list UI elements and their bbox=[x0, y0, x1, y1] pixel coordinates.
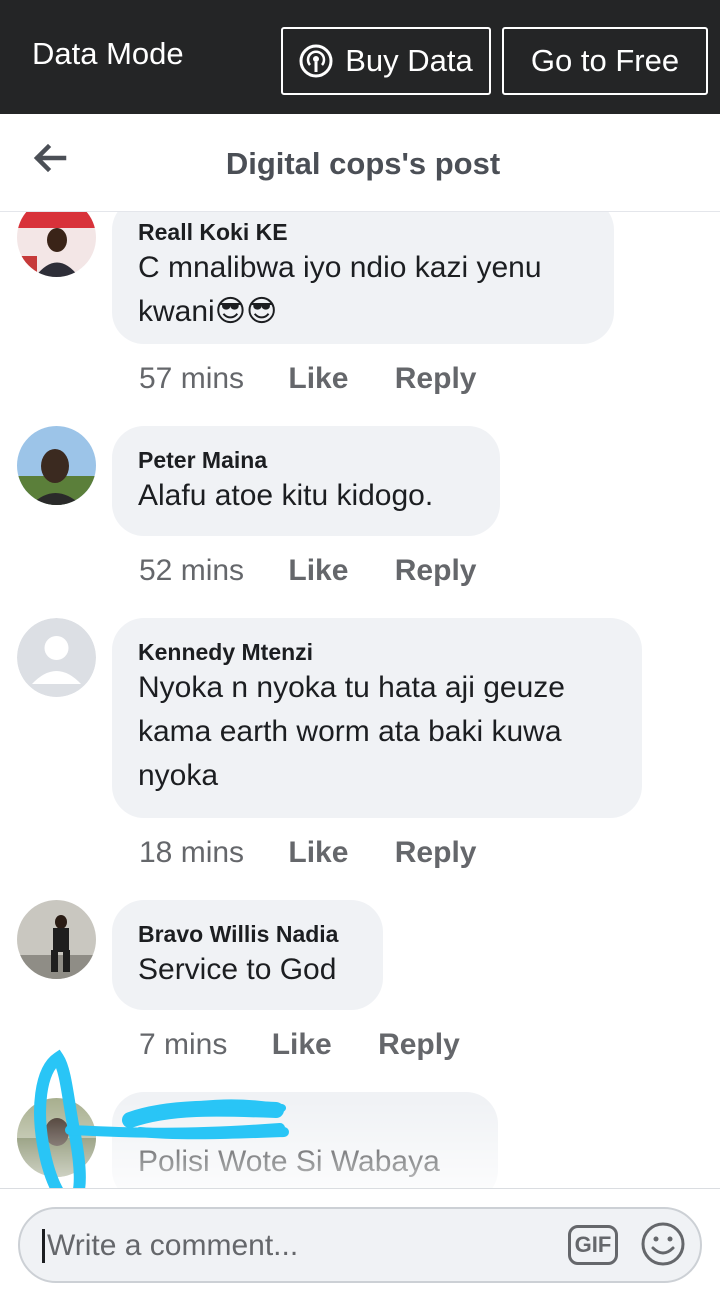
comment-bubble[interactable]: Kennedy Mtenzi Nyoka n nyoka tu hata aji… bbox=[112, 618, 642, 818]
comment-text: Service to God bbox=[138, 953, 337, 986]
like-button[interactable]: Like bbox=[288, 362, 348, 396]
comment-time: 57 mins bbox=[139, 362, 245, 395]
comment-bubble[interactable]: Bravo Willis Nadia Service to God bbox=[112, 900, 383, 1010]
data-mode-label: Data Mode bbox=[32, 36, 184, 71]
comment-author[interactable]: Bravo Willis Nadia bbox=[138, 920, 357, 948]
broadcast-icon bbox=[299, 44, 333, 78]
comment-text: nyoka bbox=[138, 759, 219, 792]
comment-actions: 52 mins Like Reply bbox=[139, 554, 476, 588]
comment-author[interactable]: Reall Koki KE bbox=[138, 218, 588, 246]
reply-button[interactable]: Reply bbox=[395, 554, 477, 588]
comment-bubble[interactable]: Reall Koki KE C mnalibwa iyo ndio kazi y… bbox=[112, 212, 614, 344]
comment-input[interactable]: Write a comment... GIF bbox=[18, 1207, 702, 1283]
gif-icon[interactable]: GIF bbox=[568, 1225, 618, 1265]
reply-button[interactable]: Reply bbox=[395, 362, 477, 396]
buy-data-button[interactable]: Buy Data bbox=[281, 27, 491, 95]
go-to-free-label: Go to Free bbox=[530, 43, 680, 78]
comment-actions: 7 mins Like Reply bbox=[139, 1028, 460, 1062]
avatar[interactable] bbox=[17, 426, 96, 505]
post-header: Digital cops's post bbox=[0, 114, 720, 212]
comment-actions: 57 mins Like Reply bbox=[139, 362, 476, 396]
buy-data-label: Buy Data bbox=[345, 43, 473, 78]
comment-bubble[interactable]: Polisi Wote Si Wabaya bbox=[112, 1092, 498, 1188]
reply-button[interactable]: Reply bbox=[378, 1028, 460, 1062]
comment-text: Nyoka n nyoka tu hata aji geuze bbox=[138, 671, 565, 704]
comment-composer: Write a comment... GIF bbox=[0, 1188, 720, 1294]
comment-text: kwani😎😎 bbox=[138, 295, 278, 328]
comment-time: 7 mins bbox=[139, 1028, 228, 1061]
comment-text: Alafu atoe kitu kidogo. bbox=[138, 479, 434, 512]
comment-time: 18 mins bbox=[139, 836, 245, 869]
avatar[interactable] bbox=[17, 212, 96, 277]
data-mode-bar: Data Mode Buy Data Go to Free bbox=[0, 0, 720, 114]
comment-actions: 18 mins Like Reply bbox=[139, 836, 476, 870]
reply-button[interactable]: Reply bbox=[395, 836, 477, 870]
comments-list[interactable]: Reall Koki KE C mnalibwa iyo ndio kazi y… bbox=[0, 212, 720, 1188]
comment-author[interactable]: Kennedy Mtenzi bbox=[138, 638, 616, 666]
comment-placeholder: Write a comment... bbox=[42, 1229, 298, 1263]
comment-author[interactable] bbox=[138, 1112, 472, 1140]
comment-text: kama earth worm ata baki kuwa bbox=[138, 715, 562, 748]
like-button[interactable]: Like bbox=[272, 1028, 332, 1062]
go-to-free-button[interactable]: Go to Free bbox=[502, 27, 708, 95]
comment-bubble[interactable]: Peter Maina Alafu atoe kitu kidogo. bbox=[112, 426, 500, 536]
default-avatar-icon[interactable] bbox=[17, 618, 96, 697]
emoji-icon[interactable] bbox=[640, 1221, 686, 1267]
comment-time: 52 mins bbox=[139, 554, 245, 587]
comment-text: C mnalibwa iyo ndio kazi yenu bbox=[138, 251, 542, 284]
like-button[interactable]: Like bbox=[288, 836, 348, 870]
avatar[interactable] bbox=[17, 900, 96, 979]
like-button[interactable]: Like bbox=[288, 554, 348, 588]
page-title: Digital cops's post bbox=[225, 146, 501, 181]
comment-author[interactable]: Peter Maina bbox=[138, 446, 474, 474]
comment-text: Polisi Wote Si Wabaya bbox=[138, 1145, 440, 1178]
avatar[interactable] bbox=[17, 1098, 96, 1177]
